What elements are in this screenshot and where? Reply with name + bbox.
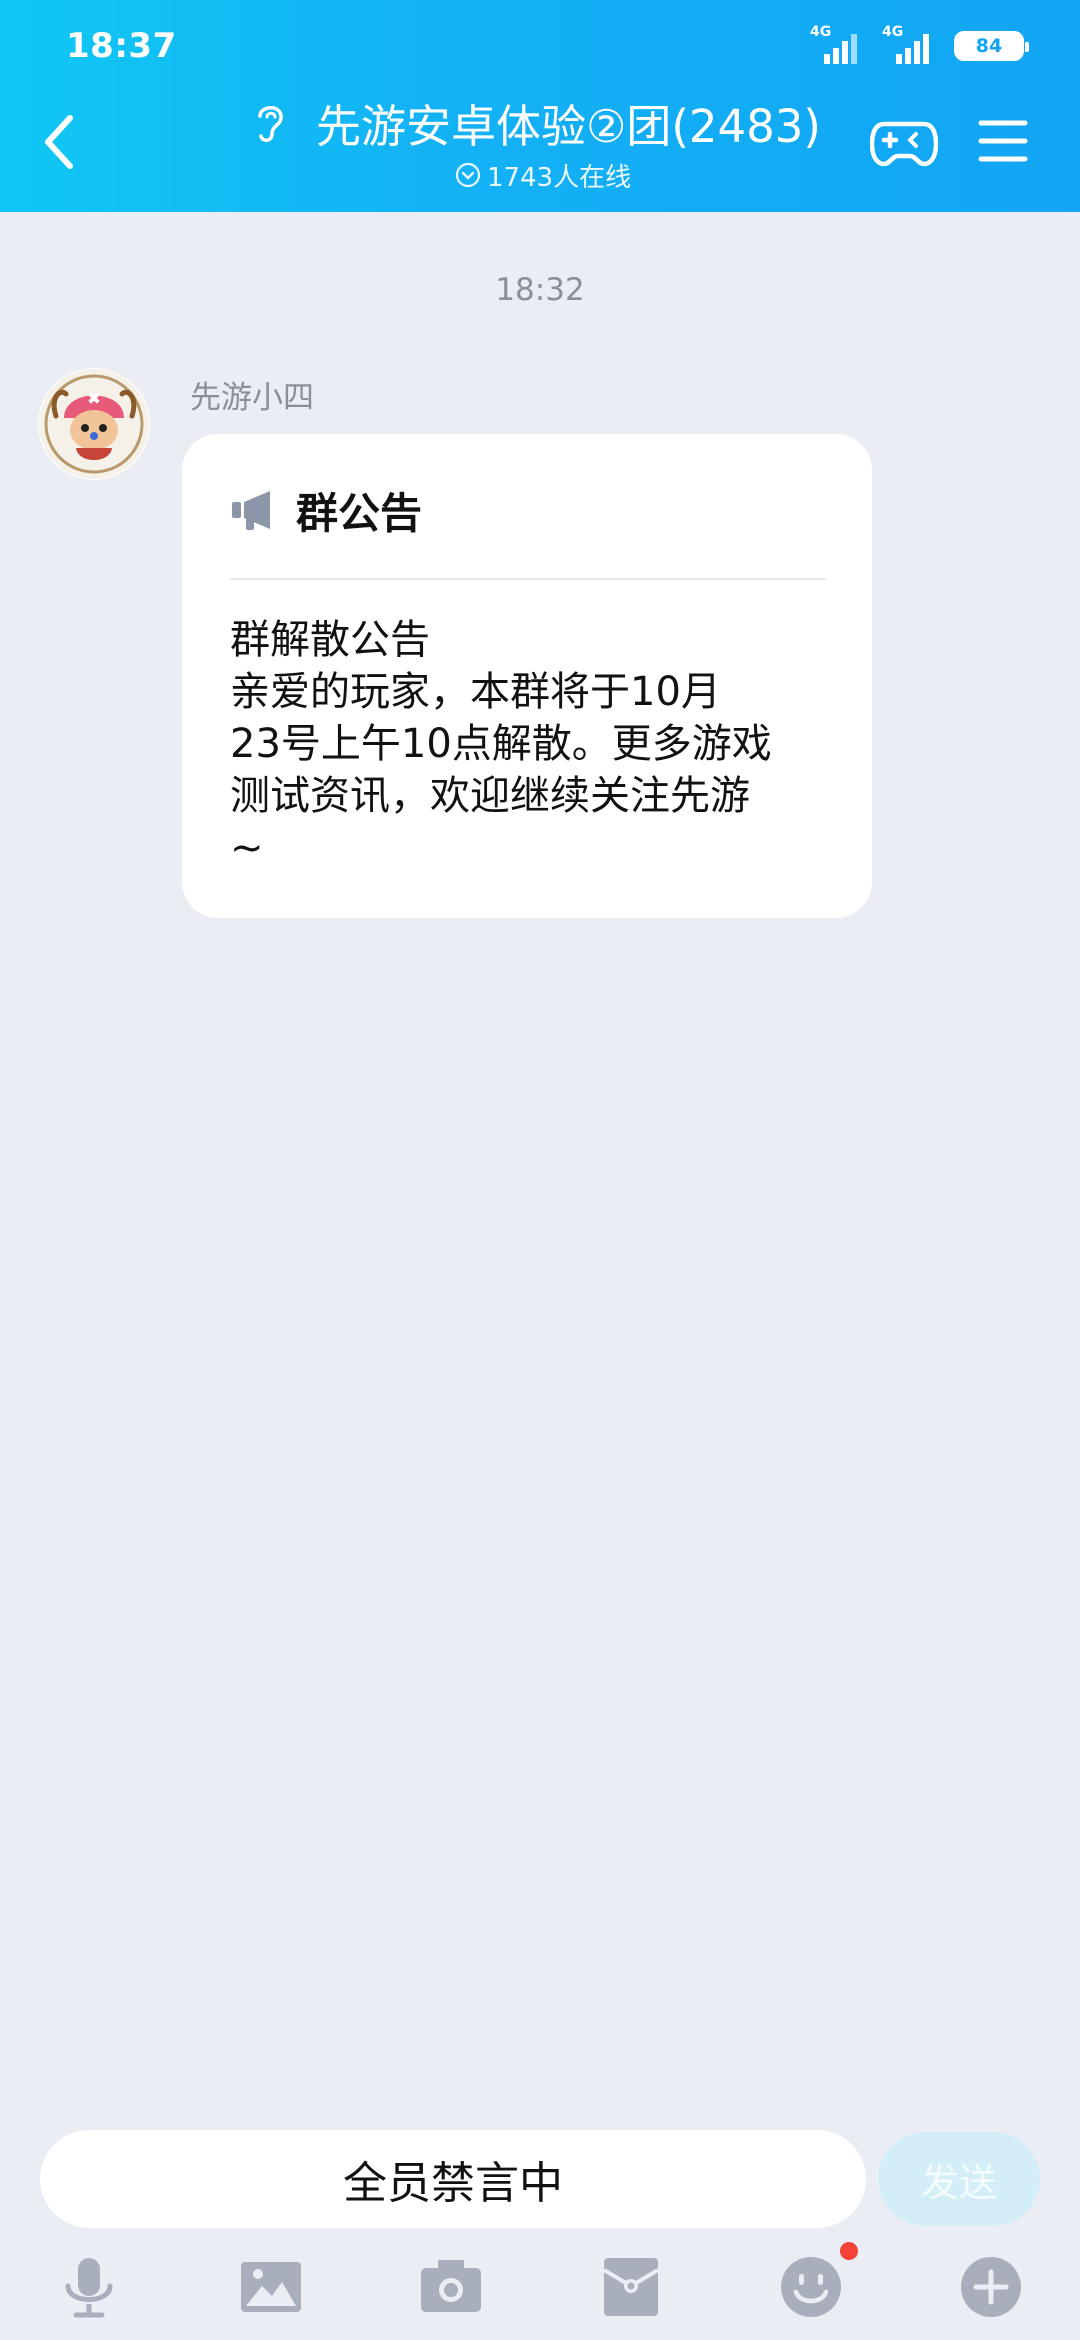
status-icons: 4G 4G 84 bbox=[810, 24, 1029, 66]
gamepad-icon bbox=[869, 121, 939, 167]
chopper-avatar-icon bbox=[39, 369, 149, 479]
back-button[interactable] bbox=[40, 112, 80, 172]
chat-title: 先游安卓体验②团(2483) bbox=[316, 99, 821, 153]
online-count[interactable]: 1743人在线 bbox=[455, 158, 632, 193]
sender-name: 先游小四 bbox=[190, 380, 314, 416]
emoji-button[interactable] bbox=[778, 2254, 844, 2320]
input-toolbar bbox=[0, 2244, 1080, 2328]
signal-icon: 4G bbox=[882, 24, 934, 64]
message-input[interactable]: 全员禁言中 bbox=[40, 2130, 866, 2228]
avatar[interactable] bbox=[38, 368, 150, 480]
image-icon bbox=[241, 2262, 301, 2312]
divider bbox=[230, 578, 826, 580]
announcement-card[interactable]: 群公告 群解散公告 亲爱的玩家，本群将于10月 23号上午10点解散。更多游戏 … bbox=[182, 434, 872, 918]
game-button[interactable] bbox=[869, 112, 939, 172]
notification-dot bbox=[840, 2242, 858, 2260]
voice-button[interactable] bbox=[56, 2254, 122, 2320]
announcement-line: ~ bbox=[230, 825, 264, 871]
red-packet-icon bbox=[602, 2258, 660, 2316]
signal-label: 4G bbox=[882, 24, 904, 40]
announcement-body: 群解散公告 亲爱的玩家，本群将于10月 23号上午10点解散。更多游戏 测试资讯… bbox=[230, 614, 830, 874]
chevron-down-circle-icon bbox=[455, 162, 481, 188]
announcement-line: 群解散公告 bbox=[230, 617, 430, 663]
message-timestamp: 18:32 bbox=[495, 272, 585, 308]
announcement-line: 23号上午10点解散。更多游戏 bbox=[230, 721, 772, 767]
announcement-header: 群公告 bbox=[230, 480, 422, 540]
send-label: 发送 bbox=[920, 2160, 997, 2205]
battery-level: 84 bbox=[975, 35, 1003, 57]
chat-title-area[interactable]: 先游安卓体验②团(2483) bbox=[250, 92, 850, 153]
camera-button[interactable] bbox=[418, 2254, 484, 2320]
chevron-left-icon bbox=[45, 115, 73, 169]
ear-icon bbox=[258, 106, 283, 142]
chat-header: 18:37 4G 4G 84 先游安卓体验②团(2483) 1743人在线 bbox=[0, 0, 1080, 212]
muted-placeholder: 全员禁言中 bbox=[343, 2158, 563, 2209]
signal-icon: 4G bbox=[810, 24, 862, 64]
microphone-icon bbox=[65, 2258, 113, 2318]
send-button[interactable]: 发送 bbox=[878, 2132, 1040, 2226]
announcement-line: 亲爱的玩家，本群将于10月 bbox=[230, 669, 721, 715]
announcement-title: 群公告 bbox=[296, 488, 423, 538]
red-packet-button[interactable] bbox=[598, 2254, 664, 2320]
hamburger-menu-icon bbox=[978, 120, 1028, 162]
megaphone-icon bbox=[232, 491, 270, 530]
emoji-icon bbox=[781, 2257, 841, 2317]
status-time: 18:37 bbox=[66, 26, 177, 66]
menu-button[interactable] bbox=[978, 118, 1028, 164]
battery-icon: 84 bbox=[954, 31, 1029, 61]
more-button[interactable] bbox=[958, 2254, 1024, 2320]
signal-label: 4G bbox=[810, 24, 832, 40]
announcement-line: 测试资讯，欢迎继续关注先游 bbox=[230, 773, 750, 819]
photo-button[interactable] bbox=[238, 2254, 304, 2320]
camera-icon bbox=[421, 2260, 481, 2312]
plus-icon bbox=[961, 2257, 1021, 2317]
online-count-text: 1743人在线 bbox=[487, 162, 632, 193]
